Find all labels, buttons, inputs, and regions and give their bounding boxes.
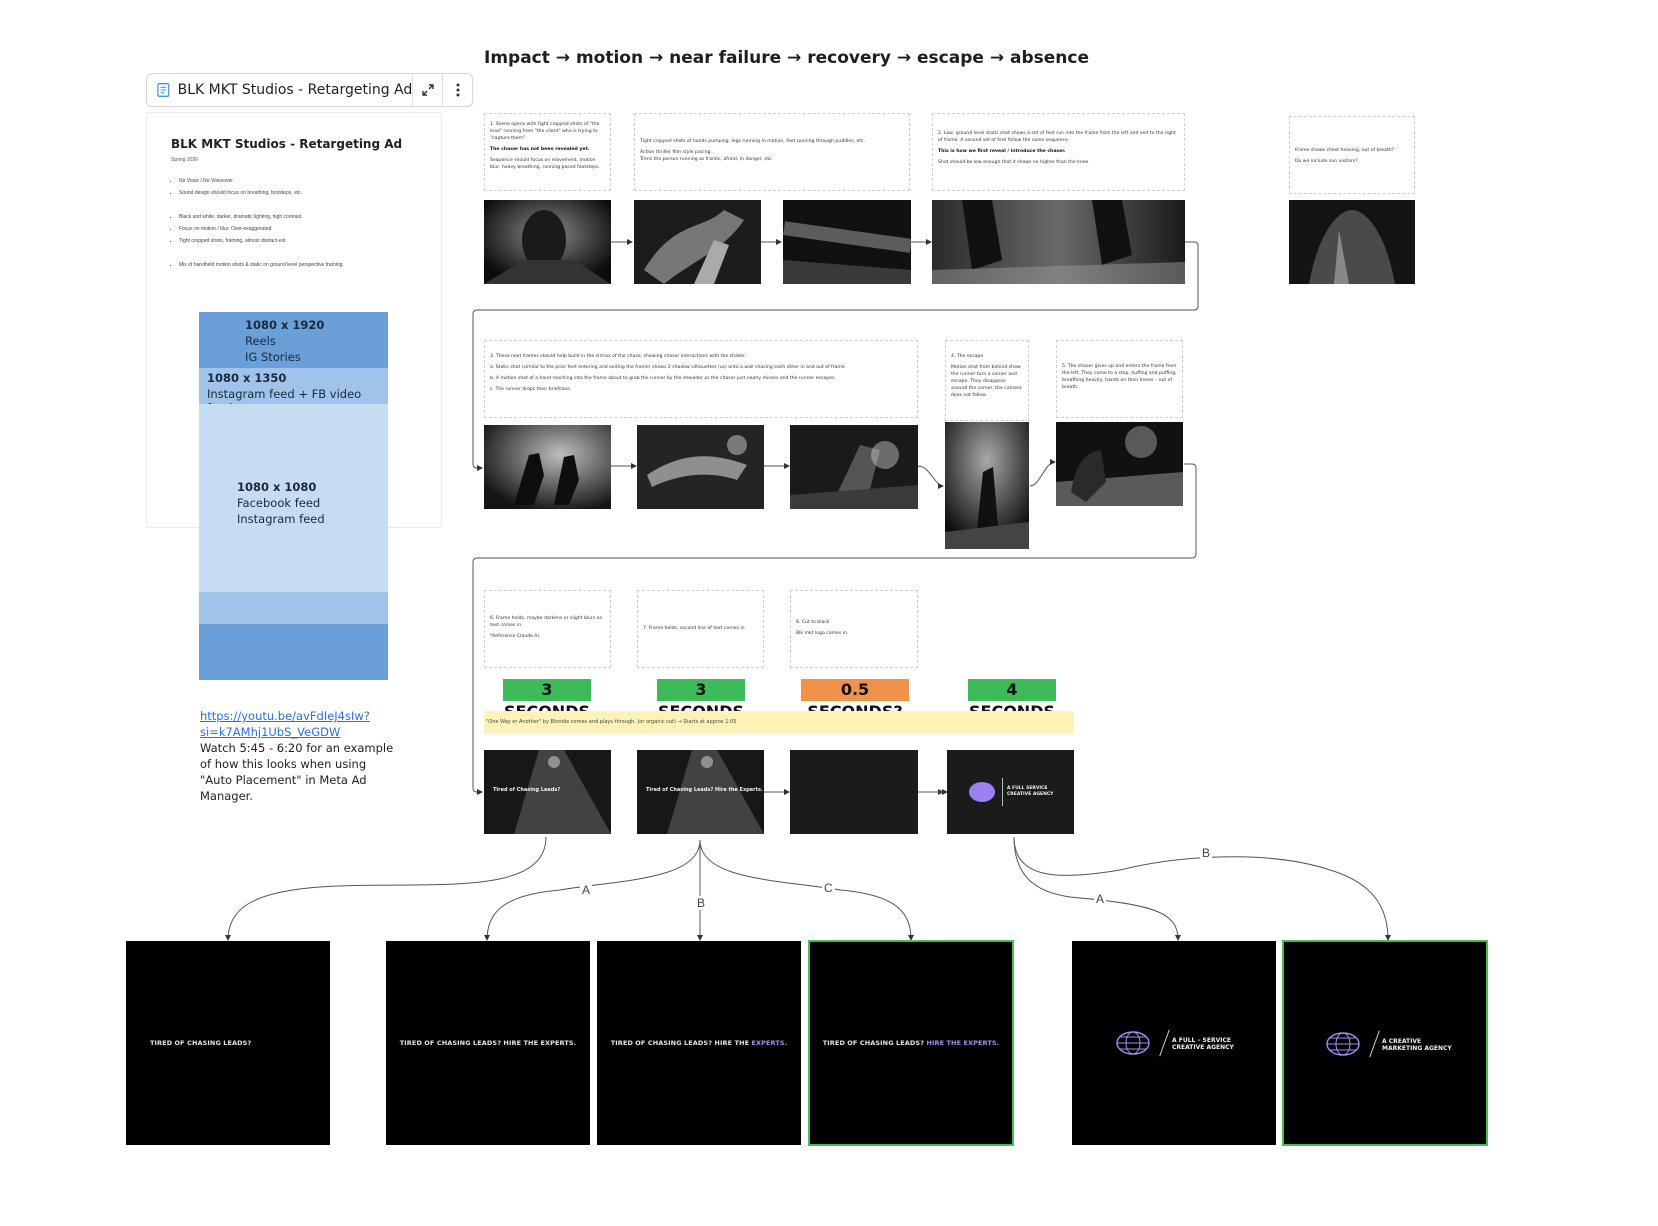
doc-bullet: Tight cropped shots, framing, almost dis… <box>179 235 303 247</box>
doc-embed-name: BLK MKT Studios - Retargeting Ad <box>177 82 413 98</box>
branch-label: A <box>580 883 593 897</box>
final-option-b[interactable]: TIRED OF CHASING LEADS? HIRE THE EXPERTS… <box>386 941 590 1145</box>
size-1080x1080[interactable]: 1080 x 1080 Facebook feed Instagram feed <box>199 404 388 592</box>
note-2[interactable]: Tight cropped shots of hands pumping, le… <box>634 113 910 191</box>
final-logo-option-b-selected[interactable]: A CREATIVE MARKETING AGENCY <box>1282 940 1488 1146</box>
note-6[interactable]: 4. The escape Motion shot from behind sho… <box>945 340 1029 421</box>
globe-logo-icon <box>1326 1032 1360 1056</box>
doc-embed-header[interactable]: BLK MKT Studios - Retargeting Ad <box>146 73 473 107</box>
size-1080x1350[interactable]: 1080 x 1350 Instagram feed + FB video fe… <box>199 368 388 415</box>
note-3[interactable]: 2. Low, ground level static shot shows a… <box>932 113 1185 191</box>
size-dim: 1080 x 1080 <box>237 480 317 494</box>
note-7[interactable]: 5. The chaser gives up and enters the fr… <box>1056 340 1183 418</box>
size-band-bottom <box>199 624 388 680</box>
note-5[interactable]: 3. These next frames should help build i… <box>484 340 918 418</box>
branch-label: C <box>822 881 835 895</box>
timing-badge: 4 SECONDS <box>968 679 1056 721</box>
final-option-text: TIRED OF CHASING LEADS? <box>150 1039 252 1047</box>
size-use: Reels <box>245 334 276 348</box>
storyboard-frame[interactable] <box>637 425 764 509</box>
doc-date: Spring 2026 <box>171 157 198 163</box>
final-option-c[interactable]: TIRED OF CHASING LEADS? HIRE THE EXPERTS… <box>597 941 801 1145</box>
frame-overlay-text: Tired of Chasing Leads? <box>493 787 561 793</box>
doc-bullet: Sound design should focus on breathing, … <box>179 187 302 199</box>
more-options-button[interactable] <box>442 74 472 106</box>
storyboard-frame[interactable] <box>1289 200 1415 284</box>
logo-tagline: A FULL – SERVICE CREATIVE AGENCY <box>1172 1037 1234 1051</box>
storyboard-frame-logo[interactable]: A FULL SERVICE CREATIVE AGENCY <box>947 750 1074 834</box>
doc-bullet: Focus on motion / blur. Over-exaggerated… <box>179 223 303 235</box>
size-use: Instagram feed <box>237 512 325 526</box>
storyboard-frame[interactable] <box>634 200 761 284</box>
storyboard-frame[interactable] <box>484 200 611 284</box>
page-title: Impact → motion → near failure → recover… <box>484 48 1090 68</box>
size-use: Facebook feed <box>237 496 321 510</box>
note-8[interactable]: 6. Frame holds, maybe darkens or slight … <box>484 590 611 668</box>
storyboard-frame[interactable] <box>790 425 918 509</box>
storyboard-frame[interactable] <box>932 200 1185 284</box>
note-10[interactable]: 8. Cut to black Blk mkt logo comes in. <box>790 590 918 668</box>
doc-bullet: Mix of handheld motion shots & static on… <box>179 259 344 271</box>
reference-description: Watch 5:45 - 6:20 for an example of how … <box>200 741 394 803</box>
logo-tagline: A CREATIVE MARKETING AGENCY <box>1382 1038 1452 1052</box>
timing-badge: 3 SECONDS <box>503 679 591 721</box>
size-dim: 1080 x 1920 <box>245 318 325 332</box>
logo-divider <box>1002 778 1003 806</box>
logo-divider <box>1159 1029 1170 1057</box>
storyboard-frame[interactable]: Tired of Chasing Leads? Hire the Experts… <box>637 750 764 834</box>
final-option-text: TIRED OF CHASING LEADS? HIRE THE EXPERTS… <box>610 1039 788 1047</box>
branch-label: A <box>1094 892 1107 906</box>
timing-badge: 0.5 SECONDS? <box>801 679 909 721</box>
final-option-d-selected[interactable]: TIRED OF CHASING LEADS? HIRE THE EXPERTS… <box>808 940 1014 1146</box>
storyboard-frame-vertical[interactable] <box>945 422 1029 549</box>
size-1080x1920[interactable]: 1080 x 1920 Reels IG Stories <box>199 312 388 368</box>
storyboard-frame[interactable]: Tired of Chasing Leads? <box>484 750 611 834</box>
storyboard-frame-black[interactable] <box>790 750 918 834</box>
music-note[interactable]: "One Way or Another" by Blondie comes an… <box>484 711 1074 734</box>
note-4[interactable]: Frame shows chest heaving, out of breath… <box>1289 116 1415 194</box>
doc-bullet: Black and white, darker, dramatic lighti… <box>179 211 303 223</box>
logo-tagline: A FULL SERVICE CREATIVE AGENCY <box>1007 786 1054 797</box>
doc-bullet: No Voice / No Voiceover <box>179 175 302 187</box>
doc-heading: BLK MKT Studios - Retargeting Ad <box>171 137 403 151</box>
globe-logo-icon <box>1116 1031 1150 1055</box>
logo-mark <box>969 782 995 802</box>
size-use: IG Stories <box>245 350 301 364</box>
more-vertical-icon <box>456 83 460 97</box>
timing-badge: 3 SECONDS <box>657 679 745 721</box>
final-logo-option-a[interactable]: A FULL – SERVICE CREATIVE AGENCY <box>1072 941 1276 1145</box>
expand-button[interactable] <box>412 74 442 106</box>
branch-label: B <box>695 896 708 910</box>
size-dim: 1080 x 1350 <box>207 371 287 385</box>
frame-overlay-text: Tired of Chasing Leads? Hire the Experts… <box>646 787 763 793</box>
youtube-link[interactable]: https://youtu.be/avFdIeJ4sIw? si=k7AMhj1U… <box>200 709 370 739</box>
final-option-text: TIRED OF CHASING LEADS? HIRE THE EXPERTS… <box>399 1039 577 1047</box>
doc-bullets-b: Black and white, darker, dramatic lighti… <box>165 211 303 247</box>
branch-label: B <box>1200 846 1213 860</box>
storyboard-frame[interactable] <box>1056 422 1183 506</box>
storyboard-frame[interactable] <box>783 200 911 284</box>
final-option-text: TIRED OF CHASING LEADS? HIRE THE EXPERTS… <box>822 1039 1000 1047</box>
size-band-mid <box>199 592 388 624</box>
note-9[interactable]: 7. Frame holds, second line of text come… <box>637 590 764 668</box>
document-icon <box>157 83 170 97</box>
doc-bullets-c: Mix of handheld motion shots & static on… <box>165 259 344 271</box>
logo-divider <box>1369 1030 1380 1058</box>
reference-link-block: https://youtu.be/avFdIeJ4sIw? si=k7AMhj1U… <box>200 708 400 804</box>
doc-bullets-a: No Voice / No Voiceover Sound design sho… <box>165 175 302 199</box>
expand-icon <box>422 84 434 96</box>
note-1[interactable]: 1. Scene opens with tight cropped shots … <box>484 113 611 191</box>
final-option-a[interactable]: TIRED OF CHASING LEADS? <box>126 941 330 1145</box>
storyboard-frame[interactable] <box>484 425 611 509</box>
